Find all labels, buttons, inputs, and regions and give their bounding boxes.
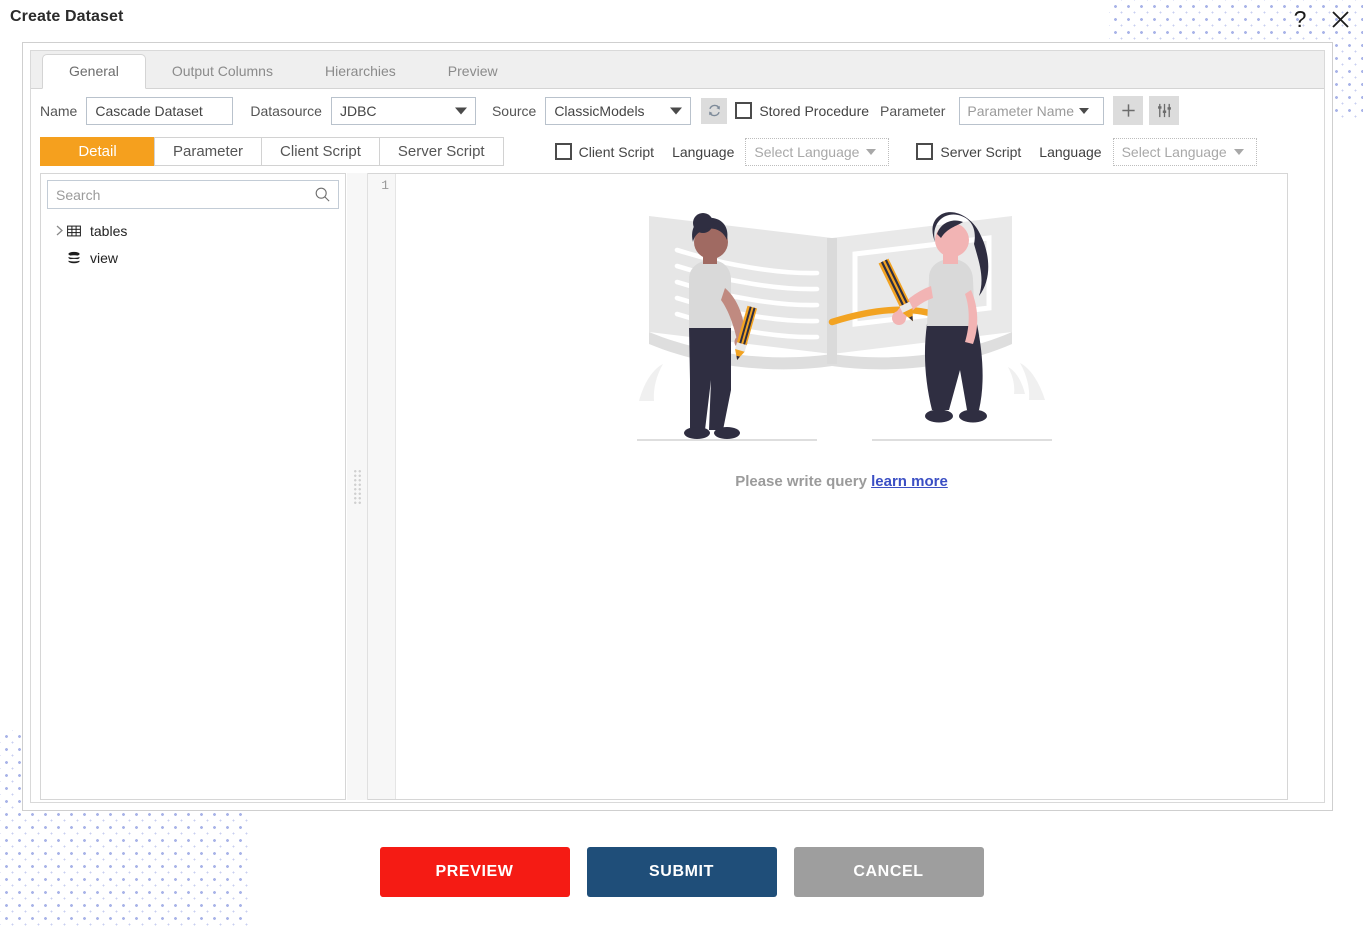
query-editor-panel: 1 Please write query learn more xyxy=(368,173,1288,800)
dialog-footer: PREVIEW SUBMIT CANCEL xyxy=(0,847,1363,897)
datasource-label: Datasource xyxy=(250,102,322,119)
empty-state-message: Please write query learn more xyxy=(735,473,948,490)
database-icon xyxy=(67,251,87,265)
add-parameter-button[interactable] xyxy=(1113,96,1144,125)
dialog-titlebar: Create Dataset ? xyxy=(0,0,1363,37)
tab-preview[interactable]: Preview xyxy=(422,54,524,88)
tree-item-label: tables xyxy=(90,222,128,239)
dataset-body: tables view xyxy=(40,173,1288,800)
submit-button[interactable]: SUBMIT xyxy=(586,847,777,897)
client-script-label: Client Script xyxy=(578,143,655,160)
create-dataset-dialog: General Output Columns Hierarchies Previ… xyxy=(22,42,1333,811)
chevron-right-icon[interactable] xyxy=(52,224,67,237)
subtab-parameter[interactable]: Parameter xyxy=(154,137,263,166)
help-icon[interactable]: ? xyxy=(1285,4,1315,34)
search-icon[interactable] xyxy=(314,186,338,203)
chevron-down-icon xyxy=(670,107,683,114)
page-title: Create Dataset xyxy=(10,8,124,25)
chevron-down-icon xyxy=(454,107,467,114)
dataset-form-row: Name Datasource JDBC Source ClassicModel… xyxy=(31,90,1324,131)
editor-line-numbers: 1 xyxy=(368,174,396,799)
name-input[interactable] xyxy=(86,96,234,125)
client-language-select[interactable]: Select Language xyxy=(745,137,890,166)
parameter-name-select[interactable]: Parameter Name xyxy=(959,96,1105,125)
search-input[interactable] xyxy=(48,181,314,208)
cancel-button[interactable]: CANCEL xyxy=(793,847,984,897)
stored-procedure-label: Stored Procedure xyxy=(759,102,870,119)
server-language-select[interactable]: Select Language xyxy=(1112,137,1257,166)
panel-splitter[interactable] xyxy=(347,173,368,800)
server-script-label: Server Script xyxy=(940,143,1022,160)
subtab-server-script[interactable]: Server Script xyxy=(378,137,504,166)
client-language-value: Select Language xyxy=(754,143,860,160)
chevron-down-icon xyxy=(1079,107,1089,114)
source-select[interactable]: ClassicModels xyxy=(545,96,692,125)
close-icon[interactable] xyxy=(1325,4,1355,34)
main-tab-bar: General Output Columns Hierarchies Previ… xyxy=(31,51,1324,89)
dialog-inner-frame: General Output Columns Hierarchies Previ… xyxy=(30,50,1325,803)
sub-tab-row: Detail Parameter Client Script Server Sc… xyxy=(31,131,1324,172)
editor-empty-state: Please write query learn more xyxy=(396,204,1287,490)
chevron-down-icon xyxy=(866,148,877,155)
splitter-grip-icon xyxy=(352,468,362,505)
tab-output-columns[interactable]: Output Columns xyxy=(146,54,299,88)
write-query-illustration xyxy=(636,212,1052,441)
tree-item-label: view xyxy=(90,249,119,266)
subtab-detail[interactable]: Detail xyxy=(40,137,155,166)
preview-button[interactable]: PREVIEW xyxy=(379,847,570,897)
source-value: ClassicModels xyxy=(554,102,645,119)
datasource-select[interactable]: JDBC xyxy=(330,96,476,125)
client-script-checkbox[interactable] xyxy=(554,143,572,160)
search-box[interactable] xyxy=(47,180,339,209)
source-label: Source xyxy=(491,102,537,119)
datasource-value: JDBC xyxy=(339,102,377,119)
table-grid-icon xyxy=(67,225,87,237)
chevron-down-icon xyxy=(1233,148,1244,155)
parameter-label: Parameter xyxy=(880,102,946,119)
server-language-value: Select Language xyxy=(1121,143,1227,160)
tree-item-view[interactable]: view xyxy=(41,244,345,271)
query-editor-textarea[interactable]: Please write query learn more xyxy=(396,174,1287,799)
sliders-icon[interactable] xyxy=(1149,96,1180,125)
tab-general[interactable]: General xyxy=(42,54,146,89)
subtab-client-script[interactable]: Client Script xyxy=(261,137,380,166)
server-language-label: Language xyxy=(1039,143,1102,160)
server-script-checkbox[interactable] xyxy=(916,143,934,160)
tab-hierarchies[interactable]: Hierarchies xyxy=(299,54,422,88)
learn-more-link[interactable]: learn more xyxy=(871,473,948,490)
empty-state-text: Please write query xyxy=(735,473,867,490)
schema-tree-panel: tables view xyxy=(40,173,346,800)
client-language-label: Language xyxy=(672,143,735,160)
parameter-name-value: Parameter Name xyxy=(967,102,1074,119)
name-label: Name xyxy=(40,102,78,119)
tree-item-tables[interactable]: tables xyxy=(41,217,345,244)
stored-procedure-checkbox[interactable] xyxy=(735,102,753,119)
refresh-icon[interactable] xyxy=(701,97,728,124)
